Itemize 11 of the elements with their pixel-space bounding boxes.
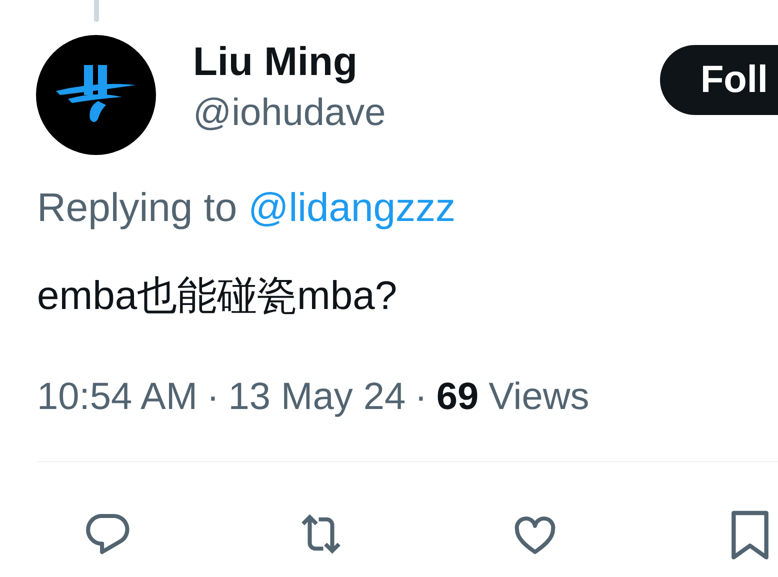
follow-button[interactable]: Foll [660, 45, 778, 115]
views-count: 69 [436, 375, 479, 420]
separator: · [414, 375, 428, 420]
replying-to-label: Replying to [37, 185, 238, 232]
author-name[interactable]: Liu Ming [193, 37, 386, 87]
tweet-text: emba也能碰瓷mba? [37, 274, 398, 318]
separator: · [206, 375, 220, 420]
tweet-date[interactable]: 13 May 24 [228, 373, 406, 421]
views-label: Views [488, 375, 590, 420]
tweet-time[interactable]: 10:54 AM [37, 373, 198, 421]
author-handle[interactable]: @iohudave [193, 89, 386, 137]
